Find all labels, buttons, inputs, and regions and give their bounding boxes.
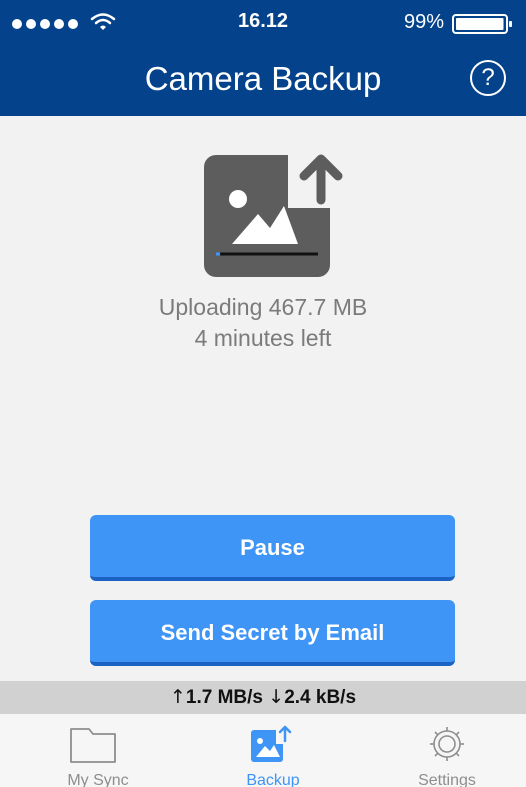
battery-icon xyxy=(452,14,512,34)
header: 16.12 99% Camera Backup ? xyxy=(0,0,526,116)
tab-label: My Sync xyxy=(67,772,129,787)
status-time: 16.12 xyxy=(237,10,289,32)
transfer-speed-bar: ↑1.7 MB/s ↓2.4 kB/s xyxy=(0,681,526,714)
tab-settings[interactable]: Settings xyxy=(377,714,517,787)
tab-label: Settings xyxy=(418,772,476,787)
upload-status: Uploading 467.7 MB 4 minutes left xyxy=(0,292,526,354)
help-button[interactable]: ? xyxy=(470,60,506,96)
upload-speed: 1.7 MB/s xyxy=(185,687,263,708)
upload-photo-icon xyxy=(204,150,343,277)
camera-backup-screen: 16.12 99% Camera Backup ? Uploading 467.… xyxy=(0,0,526,787)
download-arrow-icon: ↓ xyxy=(268,686,285,708)
gear-icon xyxy=(430,727,464,761)
tab-label: Backup xyxy=(246,772,300,787)
page-title: Camera Backup xyxy=(144,60,382,97)
tab-backup[interactable]: Backup xyxy=(203,714,343,787)
photo-upload-icon xyxy=(251,724,294,762)
upload-arrow-icon: ↑ xyxy=(169,686,186,708)
download-speed: 2.4 kB/s xyxy=(284,687,357,708)
send-secret-by-email-button[interactable]: Send Secret by Email xyxy=(90,600,455,666)
folder-icon xyxy=(70,728,116,763)
tab-bar: My Sync Backup Settings xyxy=(0,714,526,787)
time-remaining-text: 4 minutes left xyxy=(194,325,332,351)
battery-percentage: 99% xyxy=(403,11,444,33)
upload-size-text: Uploading 467.7 MB xyxy=(158,294,368,320)
pause-button[interactable]: Pause xyxy=(90,515,455,581)
tab-my-sync[interactable]: My Sync xyxy=(28,714,168,787)
status-bar: 16.12 99% xyxy=(0,0,526,46)
